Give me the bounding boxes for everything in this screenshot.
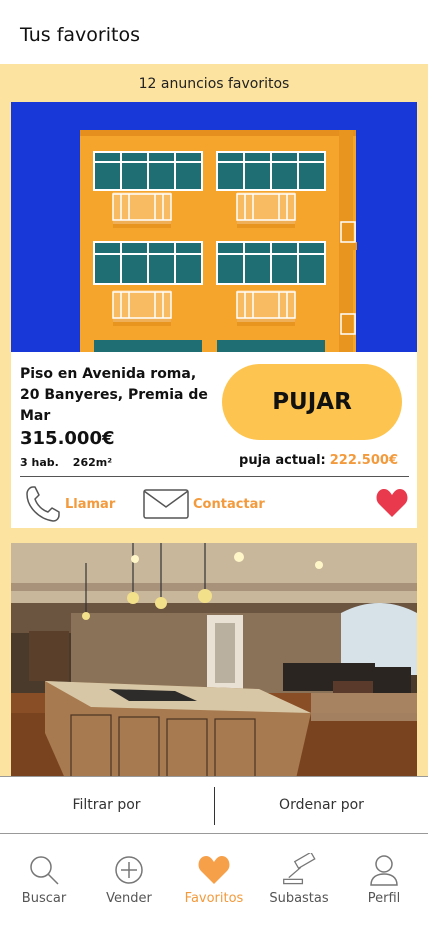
search-icon xyxy=(30,856,59,885)
gavel-icon xyxy=(283,853,316,885)
nav-item-subastas[interactable]: Subastas xyxy=(256,853,342,913)
envelope-icon xyxy=(143,489,189,519)
listing-price: 315.000€ xyxy=(20,428,115,449)
bid-button[interactable]: PUJAR xyxy=(222,364,402,440)
current-bid: puja actual: 222.500€ xyxy=(239,453,398,468)
contact-label: Contactar xyxy=(193,496,265,512)
filter-button[interactable]: Filtrar por xyxy=(0,777,213,833)
nav-label: Subastas xyxy=(269,891,329,906)
nav-item-perfil[interactable]: Perfil xyxy=(341,853,427,913)
nav-label: Favoritos xyxy=(184,891,244,906)
nav-item-vender[interactable]: Vender xyxy=(86,853,172,913)
call-label: Llamar xyxy=(65,496,116,512)
filter-bar: Filtrar por Ordenar por xyxy=(0,776,428,834)
card-divider xyxy=(20,476,409,477)
nav-item-favoritos[interactable]: Favoritos xyxy=(171,853,257,913)
favorites-list[interactable]: 12 anuncios favoritos Piso en Avenida ro… xyxy=(0,64,428,776)
current-bid-amount: 222.500€ xyxy=(329,453,398,468)
listing-photo[interactable] xyxy=(11,543,417,776)
contact-button[interactable]: Contactar xyxy=(143,485,265,523)
listing-rooms: 3 hab. xyxy=(20,456,59,469)
nav-label: Vender xyxy=(106,891,152,906)
nav-label: Perfil xyxy=(367,891,401,906)
plus-circle-icon xyxy=(115,856,143,884)
listing-photo[interactable] xyxy=(11,102,417,352)
user-icon xyxy=(370,855,398,886)
bottom-nav: Buscar Vender Favoritos Subastas Perfil xyxy=(0,835,428,926)
favorites-count: 12 anuncios favoritos xyxy=(138,76,290,92)
nav-item-buscar[interactable]: Buscar xyxy=(1,853,87,913)
heart-icon xyxy=(198,856,230,884)
current-bid-label: puja actual: xyxy=(239,453,326,468)
sort-button[interactable]: Ordenar por xyxy=(215,777,428,833)
listing-title: Piso en Avenida roma, 20 Banyeres, Premi… xyxy=(20,366,208,424)
listing-card[interactable]: Piso en Avenida roma, 20 Banyeres, Premi… xyxy=(11,102,417,528)
call-button[interactable]: Llamar xyxy=(25,485,115,523)
listing-card[interactable] xyxy=(11,543,417,776)
favorite-heart-icon[interactable] xyxy=(375,487,409,519)
page-title: Tus favoritos xyxy=(20,24,140,46)
listing-area: 262m² xyxy=(72,456,113,469)
app-header: Tus favoritos xyxy=(0,0,428,64)
listing-specs: 3 hab. 262m² xyxy=(20,456,126,469)
phone-icon xyxy=(26,486,60,522)
nav-label: Buscar xyxy=(21,891,67,906)
